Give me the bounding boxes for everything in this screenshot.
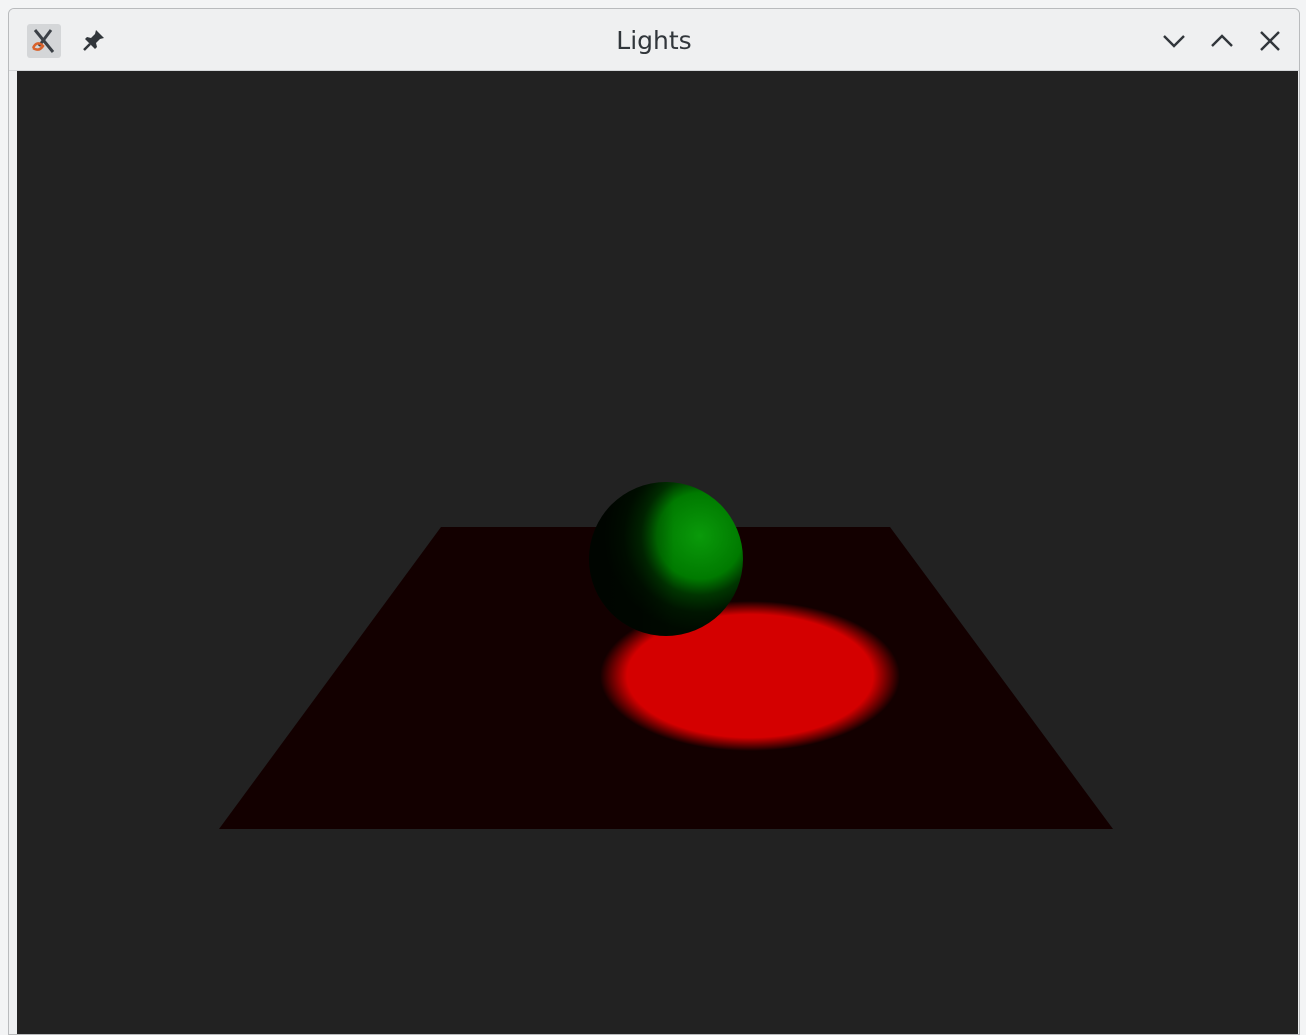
maximize-button[interactable]	[1205, 24, 1239, 58]
app-window: Lights	[8, 8, 1300, 1035]
close-icon	[1260, 31, 1280, 51]
window-title: Lights	[616, 26, 692, 55]
title-bar[interactable]: Lights	[9, 9, 1299, 71]
chevron-up-icon	[1211, 34, 1233, 47]
scene-canvas	[219, 482, 1113, 829]
render-viewport[interactable]	[17, 71, 1298, 1034]
close-button[interactable]	[1253, 24, 1287, 58]
chevron-down-icon	[1163, 35, 1185, 48]
green-sphere	[589, 482, 743, 636]
minimize-button[interactable]	[1157, 24, 1191, 58]
